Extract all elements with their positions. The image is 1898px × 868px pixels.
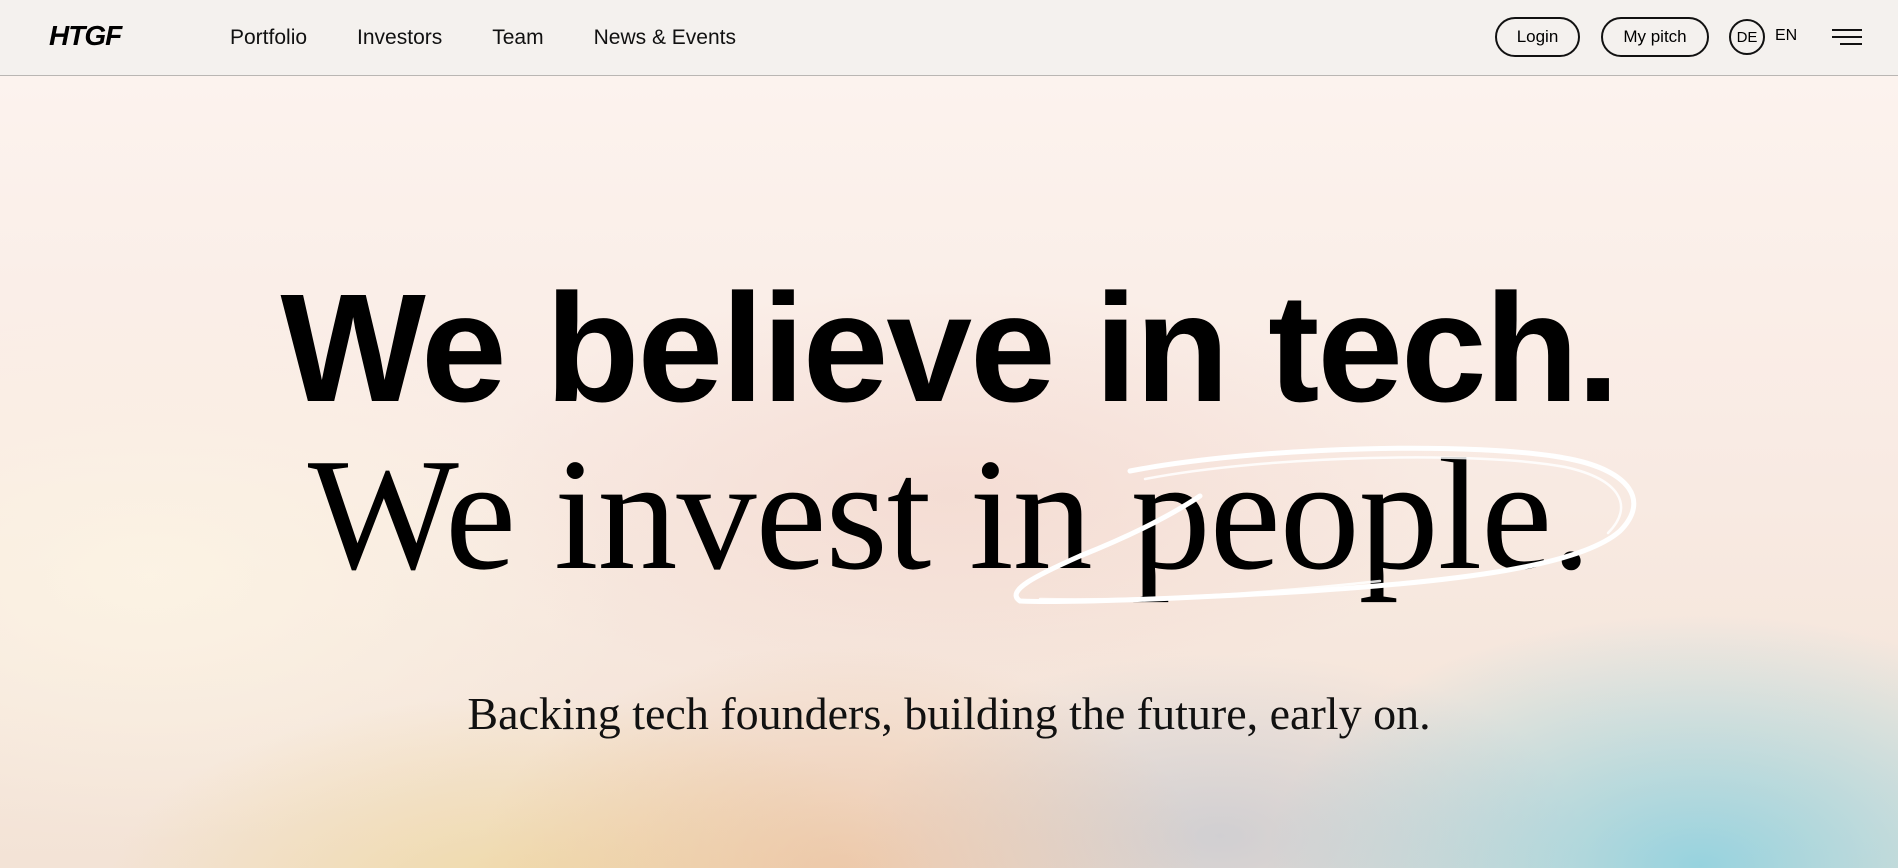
- main-nav: Portfolio Investors Team News & Events: [230, 0, 736, 76]
- language-de-button[interactable]: DE: [1729, 19, 1765, 55]
- htgf-logo[interactable]: HTGF: [49, 22, 122, 50]
- hero-headline-tech: We believe in tech.: [280, 262, 1619, 434]
- hero-subline: Backing tech founders, building the futu…: [467, 688, 1431, 739]
- site-header: HTGF Portfolio Investors Team News & Eve…: [0, 0, 1898, 76]
- my-pitch-button[interactable]: My pitch: [1601, 17, 1709, 57]
- nav-news-events[interactable]: News & Events: [594, 26, 736, 50]
- nav-portfolio[interactable]: Portfolio: [230, 26, 307, 50]
- hero-section: We believe in tech. We invest in people.…: [0, 76, 1898, 868]
- hero-headline-people: We invest in people.: [307, 425, 1591, 603]
- nav-team[interactable]: Team: [492, 26, 543, 50]
- login-button[interactable]: Login: [1495, 17, 1580, 57]
- hamburger-menu-icon[interactable]: [1832, 27, 1862, 47]
- nav-investors[interactable]: Investors: [357, 26, 442, 50]
- language-en-button[interactable]: EN: [1775, 27, 1797, 45]
